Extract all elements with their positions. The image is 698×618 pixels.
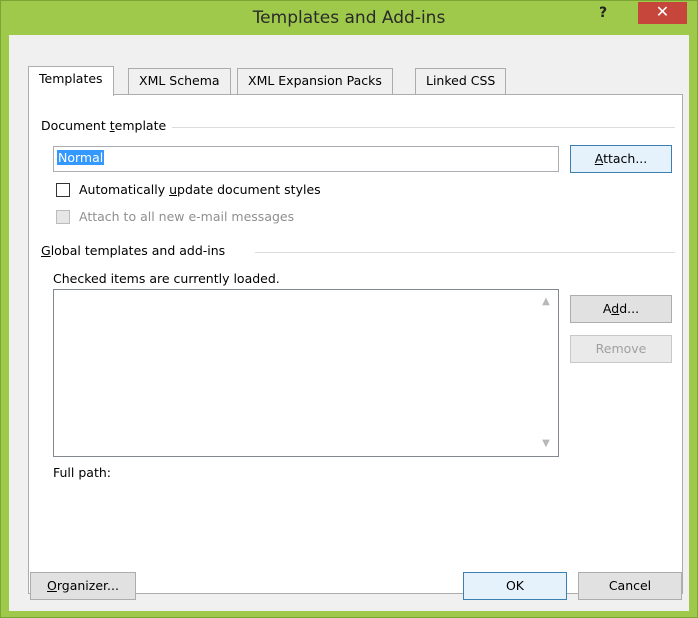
document-template-divider bbox=[159, 127, 675, 128]
scroll-down-icon[interactable]: ▼ bbox=[540, 438, 552, 450]
attach-button[interactable]: Attach... bbox=[570, 145, 672, 173]
scroll-up-icon[interactable]: ▲ bbox=[540, 296, 552, 308]
document-template-group-label: Document template bbox=[41, 118, 173, 133]
loaded-items-hint: Checked items are currently loaded. bbox=[53, 271, 280, 286]
global-templates-group-label: Global templates and add-ins bbox=[41, 243, 232, 258]
add-button[interactable]: Add... bbox=[570, 295, 672, 323]
global-templates-divider bbox=[255, 252, 675, 253]
tab-xml-schema[interactable]: XML Schema bbox=[128, 68, 231, 94]
global-templates-list[interactable]: ▲ ▼ bbox=[53, 289, 559, 457]
close-icon: ✕ bbox=[655, 2, 670, 21]
auto-update-checkbox[interactable] bbox=[56, 183, 70, 197]
organizer-button[interactable]: Organizer... bbox=[30, 572, 136, 600]
dialog-client-area: Templates XML Schema XML Expansion Packs… bbox=[9, 35, 689, 611]
dialog-window: Templates and Add-ins ? ✕ Templates XML … bbox=[0, 0, 698, 618]
tab-linked-css[interactable]: Linked CSS bbox=[415, 68, 507, 94]
attach-email-checkbox[interactable] bbox=[56, 210, 70, 224]
auto-update-label: Automatically update document styles bbox=[79, 182, 321, 197]
tab-templates[interactable]: Templates bbox=[28, 66, 114, 96]
close-button[interactable]: ✕ bbox=[638, 2, 687, 24]
attach-email-label: Attach to all new e-mail messages bbox=[79, 209, 295, 224]
remove-button[interactable]: Remove bbox=[570, 335, 672, 363]
tab-xml-expansion-packs[interactable]: XML Expansion Packs bbox=[237, 68, 393, 94]
title-bar[interactable]: Templates and Add-ins ? ✕ bbox=[1, 1, 697, 35]
ok-button[interactable]: OK bbox=[463, 572, 567, 600]
full-path-label: Full path: bbox=[53, 465, 111, 480]
help-button[interactable]: ? bbox=[590, 2, 616, 26]
document-template-input[interactable]: Normal bbox=[53, 146, 559, 172]
cancel-button[interactable]: Cancel bbox=[578, 572, 682, 600]
